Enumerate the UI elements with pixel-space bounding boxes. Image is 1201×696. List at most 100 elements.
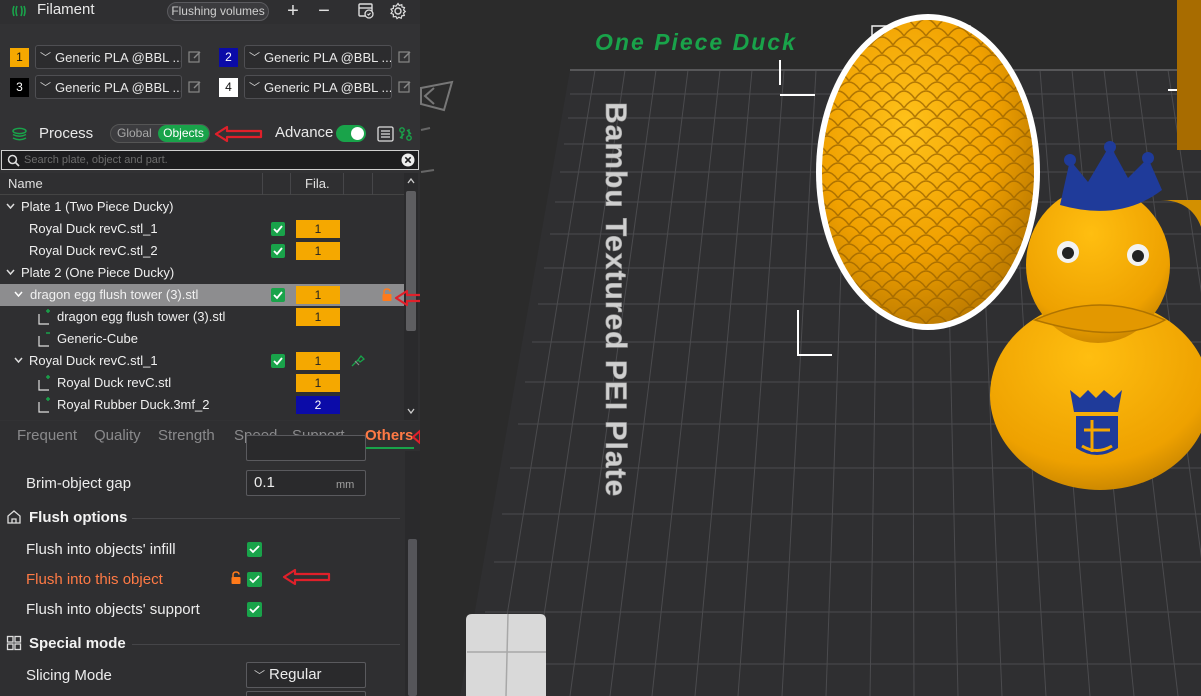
slicing-mode-select[interactable]: ﹀ Regular xyxy=(246,662,366,688)
part-row[interactable]: Royal Duck revC.stl 1 xyxy=(0,372,404,394)
filament-slot-1-combo[interactable]: ﹀ Generic PLA @BBL ... xyxy=(35,45,182,69)
object-row[interactable]: Royal Duck revC.stl_1 1 xyxy=(0,350,404,372)
part-icon xyxy=(38,397,50,413)
filament-selector[interactable]: 1 xyxy=(296,220,340,238)
object-row[interactable]: Royal Duck revC.stl_2 1 xyxy=(0,240,404,262)
col-name-header[interactable]: Name xyxy=(8,176,43,191)
modifier-icon xyxy=(38,332,50,347)
chevron-down-icon[interactable] xyxy=(14,291,23,298)
part-row[interactable]: Royal Rubber Duck.3mf_2 2 xyxy=(0,394,404,416)
settings-scrollbar[interactable] xyxy=(405,451,420,696)
unlocked-modified-icon[interactable] xyxy=(381,288,393,302)
left-sidebar: Filament Flushing volumes + − 1 ﹀ Generic… xyxy=(0,0,420,696)
sync-ams-icon[interactable] xyxy=(357,2,375,20)
dragon-egg-model[interactable] xyxy=(816,14,1040,330)
filament-selector[interactable]: 1 xyxy=(296,242,340,260)
global-objects-switch[interactable]: Global Objects xyxy=(110,124,210,143)
annotation-arrow-icon xyxy=(412,429,420,445)
objects-option[interactable]: Objects xyxy=(158,125,209,142)
tab-quality[interactable]: Quality xyxy=(94,427,141,444)
tab-others[interactable]: Others xyxy=(365,427,413,444)
object-list: Name Fila. Plate 1 (Two Piece Ducky) Roy… xyxy=(0,173,420,420)
filament-slot-2-number[interactable]: 2 xyxy=(219,48,238,67)
advance-toggle[interactable] xyxy=(336,125,366,142)
edit-filament-1-icon[interactable] xyxy=(188,50,202,64)
tab-frequent[interactable]: Frequent xyxy=(17,427,77,444)
object-row[interactable]: Royal Duck revC.stl_1 1 xyxy=(0,218,404,240)
3d-viewport[interactable]: One Piece Duck Bambu Textured PEI Plate xyxy=(420,0,1201,696)
scroll-up-icon[interactable] xyxy=(407,178,415,184)
unlocked-modified-icon[interactable] xyxy=(230,571,242,585)
scrollbar-thumb[interactable] xyxy=(406,191,416,331)
flushing-volumes-button[interactable]: Flushing volumes xyxy=(167,2,269,21)
object-label: Royal Duck revC.stl_1 xyxy=(29,353,158,368)
col-fila-header[interactable]: Fila. xyxy=(305,176,330,191)
filament-header: Filament Flushing volumes + − xyxy=(0,0,420,24)
printable-checkbox[interactable] xyxy=(271,222,285,236)
scroll-down-icon[interactable] xyxy=(407,408,415,414)
next-setting-input[interactable] xyxy=(246,691,366,696)
chevron-down-icon: ﹀ xyxy=(40,82,51,94)
edit-filament-3-icon[interactable] xyxy=(188,80,202,94)
plate-label: Plate 1 (Two Piece Ducky) xyxy=(21,199,174,214)
search-box[interactable] xyxy=(1,150,419,170)
filament-selector[interactable]: 1 xyxy=(296,374,340,392)
remove-filament-button[interactable]: − xyxy=(314,0,334,22)
gear-icon[interactable] xyxy=(389,2,407,20)
flush-options-icon xyxy=(7,510,21,524)
filament-slot-3-number[interactable]: 3 xyxy=(10,78,29,97)
brim-object-gap-label: Brim-object gap xyxy=(26,475,132,492)
chevron-down-icon[interactable] xyxy=(14,357,23,364)
flush-support-label: Flush into objects' support xyxy=(26,601,200,618)
layers-icon xyxy=(12,127,27,141)
annotation-arrow-icon xyxy=(394,289,420,307)
filament-selector[interactable]: 1 xyxy=(296,286,340,304)
compare-icon[interactable] xyxy=(398,126,413,142)
global-option[interactable]: Global xyxy=(117,126,152,140)
flush-this-object-checkbox[interactable] xyxy=(247,572,262,587)
edit-filament-2-icon[interactable] xyxy=(398,50,412,64)
part-icon xyxy=(38,309,50,325)
filament-selector[interactable]: 1 xyxy=(296,308,340,326)
filament-slot-1-number[interactable]: 1 xyxy=(10,48,29,67)
part-row[interactable]: dragon egg flush tower (3).stl 1 xyxy=(0,306,404,328)
plate-row[interactable]: Plate 1 (Two Piece Ducky) xyxy=(0,196,404,218)
chevron-down-icon[interactable] xyxy=(6,269,15,276)
slicing-mode-label: Slicing Mode xyxy=(26,667,112,684)
active-tab-underline xyxy=(362,447,414,449)
list-view-icon[interactable] xyxy=(377,126,394,142)
object-label: Royal Duck revC.stl_2 xyxy=(29,243,158,258)
printable-checkbox[interactable] xyxy=(271,288,285,302)
plate-row[interactable]: Plate 2 (One Piece Ducky) xyxy=(0,262,404,284)
part-label: Royal Rubber Duck.3mf_2 xyxy=(57,397,210,412)
brim-width-input[interactable] xyxy=(246,435,366,461)
flush-this-object-label: Flush into this object xyxy=(26,571,163,588)
3d-scene[interactable]: One Piece Duck Bambu Textured PEI Plate xyxy=(420,0,1201,696)
printable-checkbox[interactable] xyxy=(271,354,285,368)
clear-search-icon[interactable] xyxy=(401,153,415,167)
part-label: Generic-Cube xyxy=(57,331,138,346)
flush-support-checkbox[interactable] xyxy=(247,602,262,617)
scrollbar-thumb[interactable] xyxy=(408,539,417,696)
filament-slot-3-combo[interactable]: ﹀ Generic PLA @BBL ... xyxy=(35,75,182,99)
printable-checkbox[interactable] xyxy=(271,244,285,258)
flush-infill-checkbox[interactable] xyxy=(247,542,262,557)
collapse-sidebar-icon[interactable] xyxy=(420,80,454,112)
chevron-down-icon[interactable] xyxy=(6,203,15,210)
tab-strength[interactable]: Strength xyxy=(158,427,215,444)
modifier-row[interactable]: Generic-Cube xyxy=(0,328,404,350)
filament-selector[interactable]: 1 xyxy=(296,352,340,370)
filament-selector[interactable]: 2 xyxy=(296,396,340,414)
object-label: dragon egg flush tower (3).stl xyxy=(30,287,199,302)
filament-slot-4-number[interactable]: 4 xyxy=(219,78,238,97)
filament-slot-4-combo[interactable]: ﹀ Generic PLA @BBL ... xyxy=(244,75,392,99)
edit-filament-4-icon[interactable] xyxy=(398,80,412,94)
section-divider xyxy=(132,644,400,645)
search-input[interactable] xyxy=(24,152,394,168)
paint-brush-icon[interactable] xyxy=(350,354,366,368)
part-label: dragon egg flush tower (3).stl xyxy=(57,309,226,324)
special-mode-heading: Special mode xyxy=(29,635,126,652)
filament-slot-2-combo[interactable]: ﹀ Generic PLA @BBL ... xyxy=(244,45,392,69)
object-row-selected[interactable]: dragon egg flush tower (3).stl 1 xyxy=(0,284,404,306)
add-filament-button[interactable]: + xyxy=(283,0,303,22)
